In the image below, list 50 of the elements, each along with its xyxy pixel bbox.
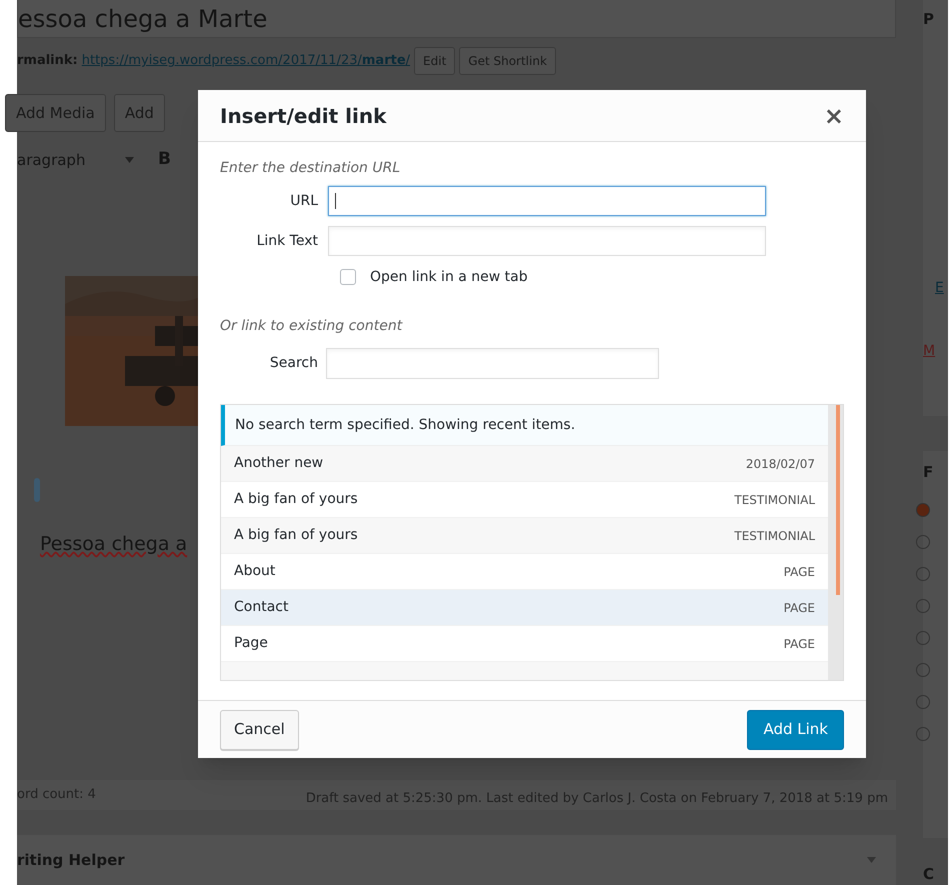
dropdown-icon <box>125 157 134 163</box>
title-field[interactable]: essoa chega a Marte <box>17 0 896 38</box>
hint-text: Enter the destination URL <box>220 159 402 178</box>
checkbox-label: Open link in a new tab <box>370 268 528 286</box>
result-row[interactable]: A big fan of yours TESTIMONIAL <box>221 518 828 554</box>
permalink-link[interactable]: https://myiseg.wordpress.com/2017/11/23/marte/ <box>82 51 410 71</box>
close-button[interactable]: × <box>824 104 844 128</box>
panel-title: F <box>923 462 934 483</box>
writing-helper-panel[interactable]: riting Helper <box>17 835 896 885</box>
radio-icon <box>916 663 930 678</box>
cursor-marker <box>34 478 40 502</box>
cancel-button[interactable]: Cancel <box>220 710 299 750</box>
notice-text: No search term specified. Showing recent items. <box>235 416 576 434</box>
radio-icon <box>916 567 930 582</box>
result-type: PAGE <box>784 636 815 652</box>
dialog-title: Insert/edit link <box>220 102 386 130</box>
result-title: Contact <box>234 598 288 617</box>
radio-icon <box>916 599 930 614</box>
field-label: Link Text <box>256 232 319 250</box>
link-text-field[interactable] <box>328 226 766 256</box>
url-field[interactable] <box>328 186 766 216</box>
result-type: PAGE <box>784 564 815 580</box>
result-title: A big fan of yours <box>234 526 358 545</box>
panel-title: P <box>923 9 935 30</box>
result-type: TESTIMONIAL <box>734 492 815 508</box>
scrollbar[interactable] <box>828 405 843 680</box>
result-type: PAGE <box>784 600 815 616</box>
result-row[interactable] <box>221 662 828 680</box>
result-title: Another new <box>234 454 324 473</box>
field-label: URL <box>289 192 319 210</box>
checkbox[interactable] <box>340 269 356 285</box>
search-field[interactable] <box>326 348 659 378</box>
result-title: Page <box>234 634 268 653</box>
result-title: A big fan of yours <box>234 490 358 509</box>
radio-icon <box>916 727 930 742</box>
panel-title: riting Helper <box>17 850 125 871</box>
result-type: 2018/02/07 <box>746 456 815 472</box>
radio-icon <box>916 503 930 518</box>
result-row[interactable]: Another new 2018/02/07 <box>221 446 828 482</box>
result-row[interactable]: Contact PAGE <box>221 590 828 626</box>
radio-icon <box>916 695 930 710</box>
result-title: About <box>234 562 276 581</box>
add-link-button[interactable]: Add Link <box>747 710 844 750</box>
field-label: Search <box>268 354 319 372</box>
hint-text: Or link to existing content <box>220 317 404 336</box>
sidebar-link[interactable]: E <box>935 278 944 299</box>
radio-icon <box>916 535 930 550</box>
result-type: TESTIMONIAL <box>734 528 815 544</box>
radio-icon <box>916 631 930 646</box>
dropdown-icon <box>867 857 876 863</box>
